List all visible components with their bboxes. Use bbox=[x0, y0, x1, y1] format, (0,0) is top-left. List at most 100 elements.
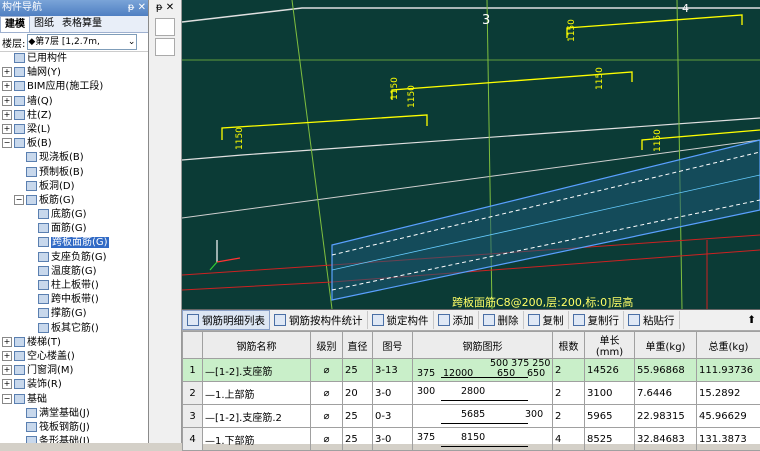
tree-item[interactable]: 板洞(D) bbox=[0, 180, 148, 194]
tree-item[interactable]: 预制板(B) bbox=[0, 166, 148, 180]
cell-total[interactable]: 111.93736 bbox=[697, 359, 760, 382]
col-header-grade[interactable]: 级别 bbox=[311, 332, 343, 359]
cad-viewport[interactable]: 3 4 1150 1150 1150 1150 1150 1150 跨板面筋C8… bbox=[182, 0, 760, 309]
new-component-icon[interactable] bbox=[155, 18, 175, 36]
tab-drawing[interactable]: 图纸 bbox=[30, 16, 58, 32]
col-header-diameter[interactable]: 直径 bbox=[343, 332, 373, 359]
collapse-icon[interactable]: − bbox=[14, 195, 24, 205]
expand-icon[interactable]: + bbox=[2, 365, 12, 375]
tree-item[interactable]: 面筋(G) bbox=[0, 222, 148, 236]
tree-item[interactable]: 柱上板带() bbox=[0, 279, 148, 293]
tree-item[interactable]: 温度筋(G) bbox=[0, 265, 148, 279]
tree-item[interactable]: −板(B) bbox=[0, 137, 148, 151]
cell-name[interactable]: —[1-2].支座筋.2 bbox=[203, 405, 311, 428]
col-header-name[interactable]: 钢筋名称 bbox=[203, 332, 311, 359]
cell-no[interactable]: 3 bbox=[183, 405, 203, 428]
expand-icon[interactable]: + bbox=[2, 81, 12, 91]
col-header-shape[interactable]: 钢筋图形 bbox=[413, 332, 553, 359]
cell-dia[interactable]: 25 bbox=[343, 359, 373, 382]
tree-item[interactable]: +楼梯(T) bbox=[0, 336, 148, 350]
cell-dia[interactable]: 25 bbox=[343, 428, 373, 451]
tree-item[interactable]: 撑筋(G) bbox=[0, 307, 148, 321]
tree-item[interactable]: +门窗洞(M) bbox=[0, 364, 148, 378]
tree-item[interactable]: −基础 bbox=[0, 393, 148, 407]
cell-grade[interactable]: ⌀ bbox=[311, 405, 343, 428]
cell-count[interactable]: 2 bbox=[553, 359, 585, 382]
tree-item[interactable]: 条形基础(J) bbox=[0, 435, 148, 443]
cell-len[interactable]: 8525 bbox=[585, 428, 635, 451]
cell-no[interactable]: 1 bbox=[183, 359, 203, 382]
cell-unit[interactable]: 32.84683 bbox=[635, 428, 697, 451]
collapse-icon[interactable]: − bbox=[2, 138, 12, 148]
cell-len[interactable]: 3100 bbox=[585, 382, 635, 405]
pin-close-icon[interactable]: ᵽ ✕ bbox=[128, 0, 146, 16]
cell-total[interactable]: 45.96629 bbox=[697, 405, 760, 428]
expand-icon[interactable]: + bbox=[2, 110, 12, 120]
tree-item[interactable]: −板筋(G) bbox=[0, 194, 148, 208]
delete-button[interactable]: 删除 bbox=[479, 311, 524, 329]
cell-len[interactable]: 14526 bbox=[585, 359, 635, 382]
cell-unit[interactable]: 22.98315 bbox=[635, 405, 697, 428]
tab-rebar-by-component[interactable]: 钢筋按构件统计 bbox=[270, 311, 368, 329]
tree-item[interactable]: 支座负筋(G) bbox=[0, 251, 148, 265]
expand-icon[interactable]: + bbox=[2, 96, 12, 106]
secondary-panel-pin[interactable]: ᵽ ✕ bbox=[149, 0, 181, 16]
tree-item[interactable]: 跨中板带() bbox=[0, 293, 148, 307]
cell-unit[interactable]: 7.6446 bbox=[635, 382, 697, 405]
cell-grade[interactable]: ⌀ bbox=[311, 428, 343, 451]
add-button[interactable]: 添加 bbox=[434, 311, 479, 329]
tree-item[interactable]: +梁(L) bbox=[0, 123, 148, 137]
cell-fig[interactable]: 3-0 bbox=[373, 428, 413, 451]
col-header-length[interactable]: 单长(mm) bbox=[585, 332, 635, 359]
tree-item[interactable]: 满堂基础(J) bbox=[0, 407, 148, 421]
expand-icon[interactable]: + bbox=[2, 351, 12, 361]
col-header-count[interactable]: 根数 bbox=[553, 332, 585, 359]
expand-icon[interactable]: + bbox=[2, 124, 12, 134]
cell-dia[interactable]: 25 bbox=[343, 405, 373, 428]
tree-item[interactable]: +BIM应用(施工段) bbox=[0, 80, 148, 94]
cell-shape[interactable]: 3758150 bbox=[413, 428, 553, 451]
tab-rebar-detail-list[interactable]: 钢筋明细列表 bbox=[182, 310, 270, 330]
cell-count[interactable]: 2 bbox=[553, 382, 585, 405]
tree-item[interactable]: 筏板钢筋(J) bbox=[0, 421, 148, 435]
col-header-figure-no[interactable]: 图号 bbox=[373, 332, 413, 359]
tree-item[interactable]: 跨板面筋(G) bbox=[0, 236, 148, 250]
collapse-icon[interactable]: − bbox=[2, 394, 12, 404]
table-row[interactable]: 3—[1-2].支座筋.2⌀250-356853002596522.983154… bbox=[183, 405, 760, 428]
cell-no[interactable]: 2 bbox=[183, 382, 203, 405]
table-row[interactable]: 1—[1-2].支座筋⌀253-13500 375 25037512000650… bbox=[183, 359, 760, 382]
tree-item[interactable]: 底筋(G) bbox=[0, 208, 148, 222]
cell-count[interactable]: 2 bbox=[553, 405, 585, 428]
tree-item[interactable]: 已用构件 bbox=[0, 52, 148, 66]
cell-len[interactable]: 5965 bbox=[585, 405, 635, 428]
copy-row-button[interactable]: 复制行 bbox=[569, 311, 625, 329]
table-row[interactable]: 4—1.下部筋⌀253-037581504852532.84683131.387… bbox=[183, 428, 760, 451]
tab-modeling[interactable]: 建模 bbox=[0, 16, 30, 32]
cell-fig[interactable]: 0-3 bbox=[373, 405, 413, 428]
cell-grade[interactable]: ⌀ bbox=[311, 382, 343, 405]
cell-grade[interactable]: ⌀ bbox=[311, 359, 343, 382]
tree-item[interactable]: +空心楼盖() bbox=[0, 350, 148, 364]
col-header-total-weight[interactable]: 总重(kg) bbox=[697, 332, 760, 359]
cell-fig[interactable]: 3-13 bbox=[373, 359, 413, 382]
cell-shape[interactable]: 3002800 bbox=[413, 382, 553, 405]
table-row[interactable]: 2—1.上部筋⌀203-03002800231007.644615.2892 bbox=[183, 382, 760, 405]
cell-no[interactable]: 4 bbox=[183, 428, 203, 451]
expand-icon[interactable]: + bbox=[2, 337, 12, 347]
cell-shape[interactable]: 5685300 bbox=[413, 405, 553, 428]
cell-dia[interactable]: 20 bbox=[343, 382, 373, 405]
expand-icon[interactable]: + bbox=[2, 67, 12, 77]
col-header-unit-weight[interactable]: 单重(kg) bbox=[635, 332, 697, 359]
tree-item[interactable]: +墙(Q) bbox=[0, 95, 148, 109]
lock-component-button[interactable]: 锁定构件 bbox=[368, 311, 434, 329]
copy-button[interactable]: 复制 bbox=[524, 311, 569, 329]
expand-icon[interactable]: + bbox=[2, 379, 12, 389]
floor-select[interactable]: ◆ 第7层 [1,2.7m, ⌄ bbox=[27, 34, 137, 50]
cell-shape[interactable]: 500 375 25037512000650650 bbox=[413, 359, 553, 382]
cell-unit[interactable]: 55.96868 bbox=[635, 359, 697, 382]
cell-fig[interactable]: 3-0 bbox=[373, 382, 413, 405]
tree-item[interactable]: +柱(Z) bbox=[0, 109, 148, 123]
tree-root-icon[interactable] bbox=[155, 38, 175, 56]
cell-name[interactable]: —1.上部筋 bbox=[203, 382, 311, 405]
cell-name[interactable]: —1.下部筋 bbox=[203, 428, 311, 451]
